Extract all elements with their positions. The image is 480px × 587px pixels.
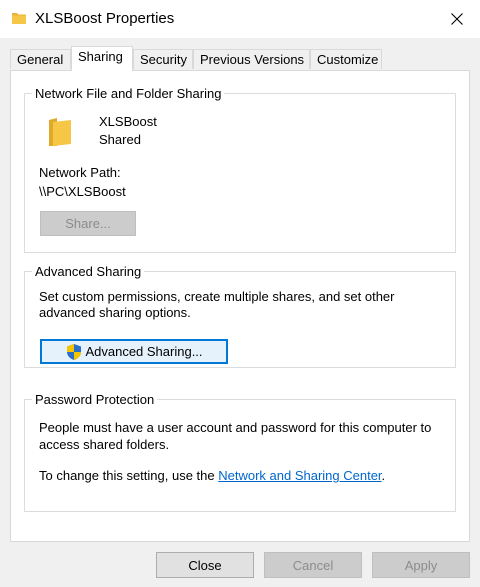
close-button[interactable]: Close [156, 552, 254, 578]
close-window-button[interactable] [434, 0, 480, 38]
cancel-button[interactable]: Cancel [264, 552, 362, 578]
change-setting-text: To change this setting, use the Network … [39, 468, 385, 483]
password-protection-description: People must have a user account and pass… [39, 420, 432, 452]
network-path-value: \\PC\XLSBoost [39, 184, 126, 199]
network-sharing-legend: Network File and Folder Sharing [35, 86, 222, 101]
network-sharing-center-link[interactable]: Network and Sharing Center [218, 468, 381, 483]
window-title: XLSBoost Properties [35, 10, 175, 27]
sharing-panel: Network File and Folder Sharing XLSBoost… [10, 70, 470, 542]
uac-shield-icon [67, 343, 82, 360]
tab-general[interactable]: General [10, 49, 71, 69]
advanced-sharing-description: Set custom permissions, create multiple … [39, 289, 395, 320]
folder-icon [49, 118, 71, 146]
change-setting-suffix: . [381, 468, 386, 483]
tab-sharing[interactable]: Sharing [71, 46, 133, 71]
folder-icon [12, 13, 26, 24]
apply-button[interactable]: Apply [372, 552, 470, 578]
advanced-sharing-legend: Advanced Sharing [35, 264, 142, 279]
network-path-label: Network Path: [39, 165, 121, 180]
title-bar: XLSBoost Properties [0, 0, 480, 38]
share-button[interactable]: Share... [40, 211, 136, 236]
tab-previous-versions[interactable]: Previous Versions [193, 49, 310, 69]
close-icon [451, 13, 463, 25]
change-setting-prefix: To change this setting, use the [39, 468, 219, 483]
advanced-sharing-button[interactable]: Advanced Sharing... [40, 339, 228, 364]
tab-customize[interactable]: Customize [310, 49, 382, 69]
password-protection-legend: Password Protection [35, 392, 155, 407]
tab-security[interactable]: Security [133, 49, 193, 69]
shared-item-name: XLSBoost [99, 114, 157, 129]
advanced-sharing-button-label: Advanced Sharing... [85, 344, 203, 359]
shared-item-status: Shared [99, 132, 141, 147]
